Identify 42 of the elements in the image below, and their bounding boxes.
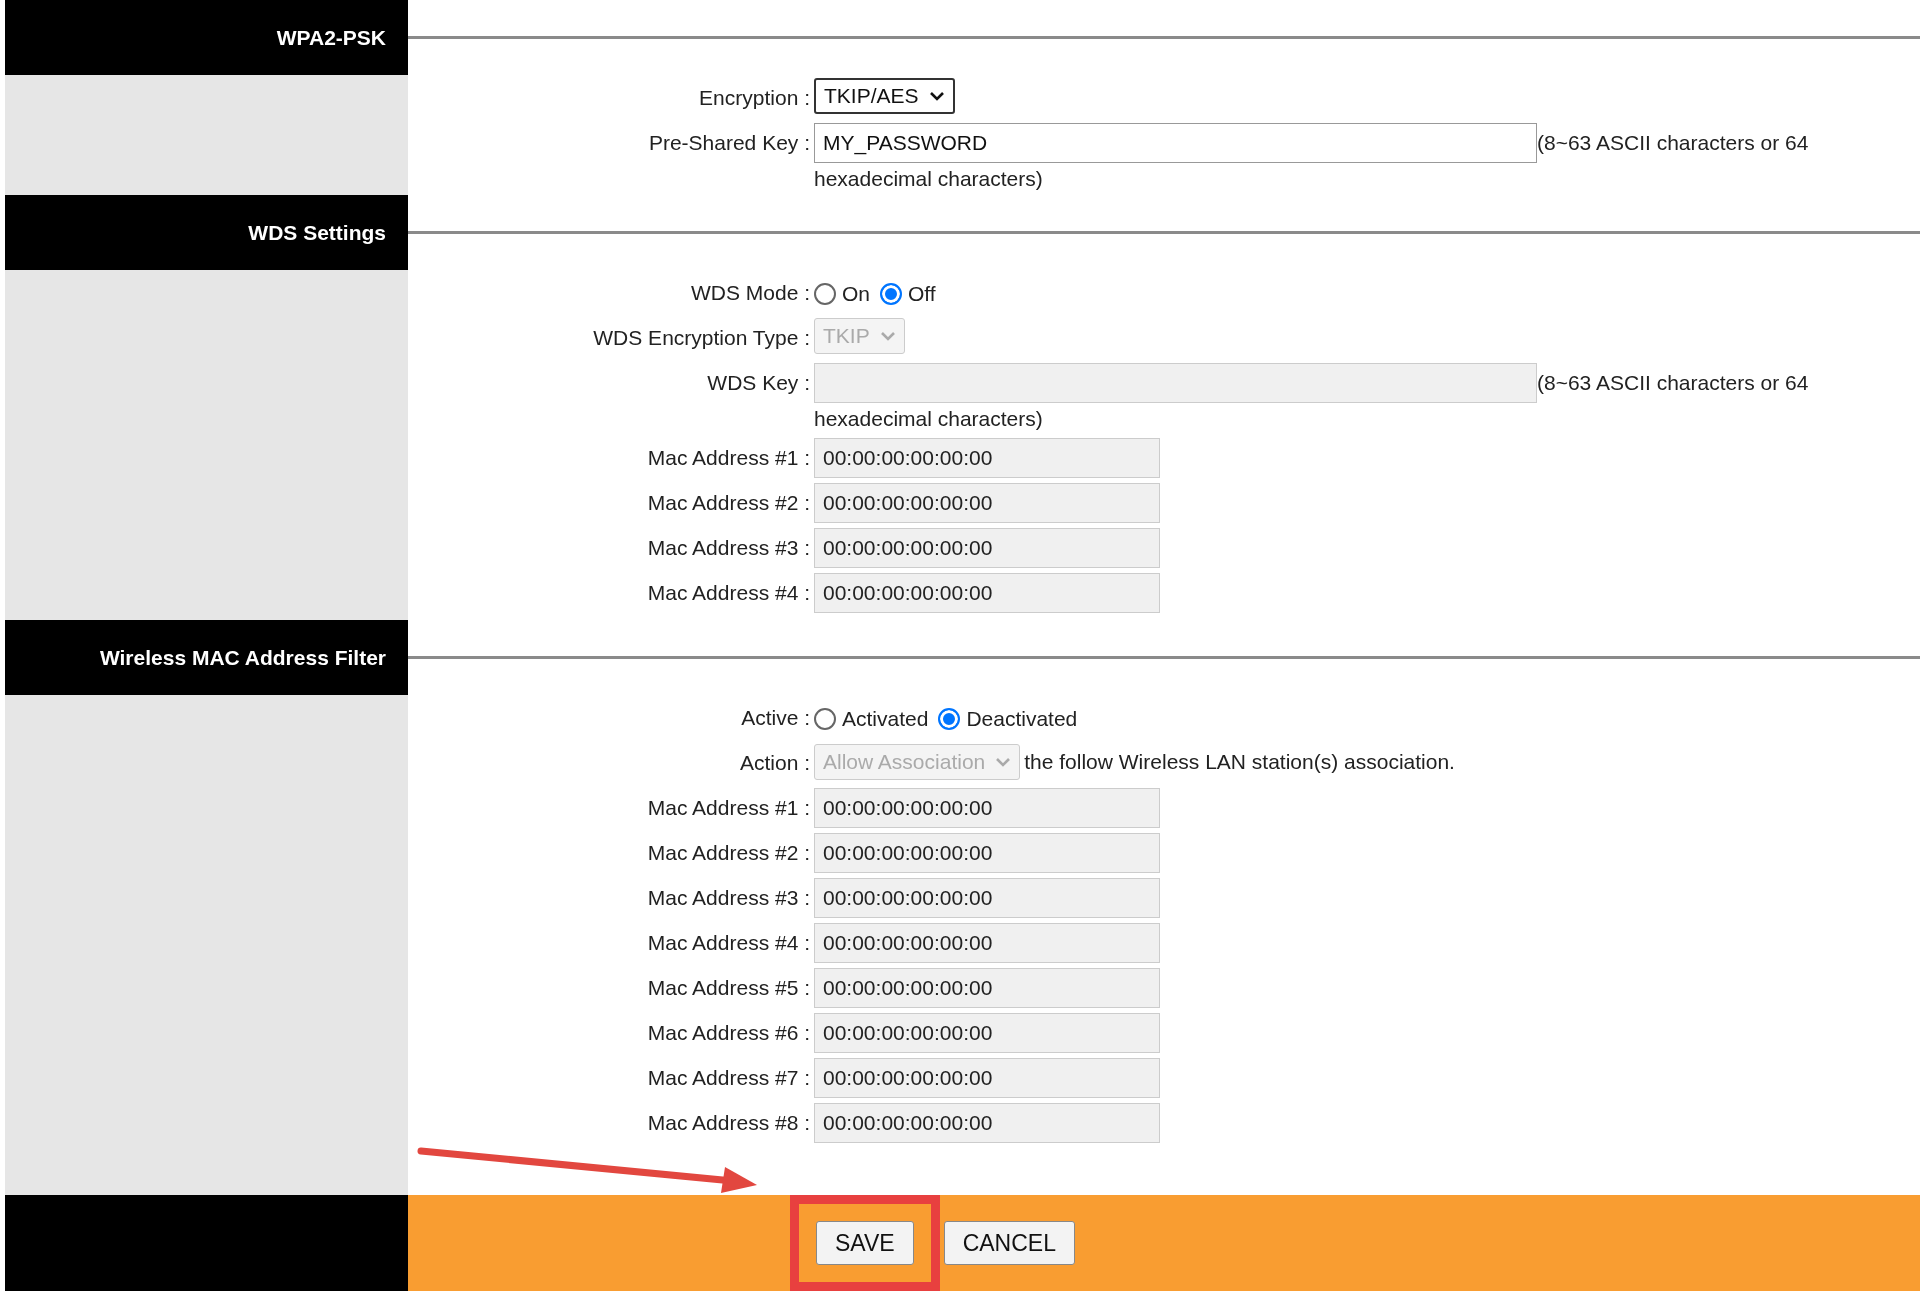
field-label: WDS Key :: [706, 370, 811, 396]
field-label: Mac Address #7 :: [646, 1065, 811, 1091]
radio-button[interactable]: [814, 708, 836, 730]
field-label: Mac Address #2 :: [646, 840, 811, 866]
section-title: WPA2-PSK: [276, 25, 386, 50]
radio-button[interactable]: [938, 708, 961, 730]
field-label: Mac Address #1 :: [646, 445, 811, 471]
field-label: Mac Address #1 :: [646, 795, 811, 821]
radio-button[interactable]: [814, 283, 836, 305]
radio-label: On: [842, 281, 870, 307]
field-label: Mac Address #4 :: [646, 930, 811, 956]
key-hint: (8~63 ASCII characters or 64: [1537, 370, 1809, 396]
field-label: Mac Address #3 :: [646, 885, 811, 911]
radio-label: Activated: [842, 706, 929, 732]
field-label: Mac Address #2 :: [646, 490, 811, 516]
save-button[interactable]: SAVE: [816, 1221, 914, 1265]
radio-label: Deactivated: [966, 706, 1078, 732]
radio-label: Off: [908, 281, 936, 307]
section-title: WDS Settings: [248, 220, 386, 245]
section-title: Wireless MAC Address Filter: [99, 645, 386, 670]
chevron-down-icon: [879, 330, 896, 342]
field-label: Mac Address #4 :: [646, 580, 811, 606]
chevron-down-icon: [928, 90, 945, 102]
field-label: Mac Address #3 :: [646, 535, 811, 561]
cancel-button[interactable]: CANCEL: [943, 1221, 1075, 1265]
key-hint: (8~63 ASCII characters or 64: [1537, 130, 1809, 156]
key-hint: hexadecimal characters): [814, 406, 1043, 432]
field-label: WDS Mode :: [689, 280, 811, 306]
radio-button[interactable]: [880, 283, 902, 305]
field-label: Mac Address #5 :: [646, 975, 811, 1001]
key-hint: hexadecimal characters): [814, 166, 1043, 192]
field-label: Pre-Shared Key :: [647, 130, 811, 156]
field-label: Action :: [738, 750, 811, 776]
key-input-field[interactable]: MY_PASSWORD: [814, 123, 1537, 163]
field-label: Mac Address #8 :: [646, 1110, 811, 1136]
action-description: the follow Wireless LAN station(s) association.: [1024, 749, 1455, 775]
chevron-down-icon: [995, 756, 1012, 768]
dropdown[interactable]: TKIP/AES: [814, 78, 955, 114]
field-label: Encryption :: [698, 85, 811, 111]
field-label: WDS Encryption Type :: [592, 325, 811, 351]
field-label: Mac Address #6 :: [646, 1020, 811, 1046]
field-label: Active :: [740, 705, 811, 731]
